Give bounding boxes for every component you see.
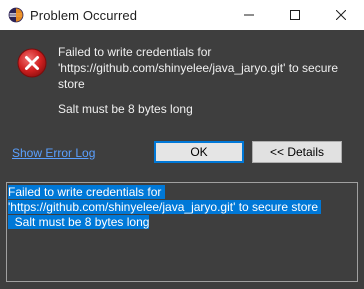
details-line: 'https://github.com/shinyelee/java_jaryo… (8, 200, 322, 214)
error-message: Failed to write credentials for 'https:/… (58, 44, 358, 92)
details-line: Salt must be 8 bytes long (8, 215, 150, 229)
details-line: Failed to write credentials for (8, 185, 165, 199)
title-bar: Problem Occurred (0, 0, 364, 30)
window-controls (226, 0, 364, 30)
error-message-line: 'https://github.com/shinyelee/java_jaryo… (58, 61, 339, 75)
error-icon (17, 48, 47, 78)
maximize-button[interactable] (272, 0, 318, 30)
minimize-icon (244, 14, 254, 16)
details-toggle-button[interactable]: << Details (252, 141, 342, 163)
maximize-icon (290, 10, 300, 20)
minimize-button[interactable] (226, 0, 272, 30)
error-message-line: Failed to write credentials for (58, 45, 212, 59)
show-error-log-link[interactable]: Show Error Log (12, 146, 95, 160)
ok-button[interactable]: OK (154, 141, 244, 163)
window-title: Problem Occurred (30, 7, 138, 23)
error-reason: Salt must be 8 bytes long (58, 102, 193, 116)
close-button[interactable] (318, 0, 364, 30)
details-text-area[interactable]: Failed to write credentials for 'https:/… (6, 182, 358, 282)
close-icon (336, 10, 346, 20)
eclipse-icon (8, 7, 24, 23)
error-message-line: store (58, 77, 85, 91)
